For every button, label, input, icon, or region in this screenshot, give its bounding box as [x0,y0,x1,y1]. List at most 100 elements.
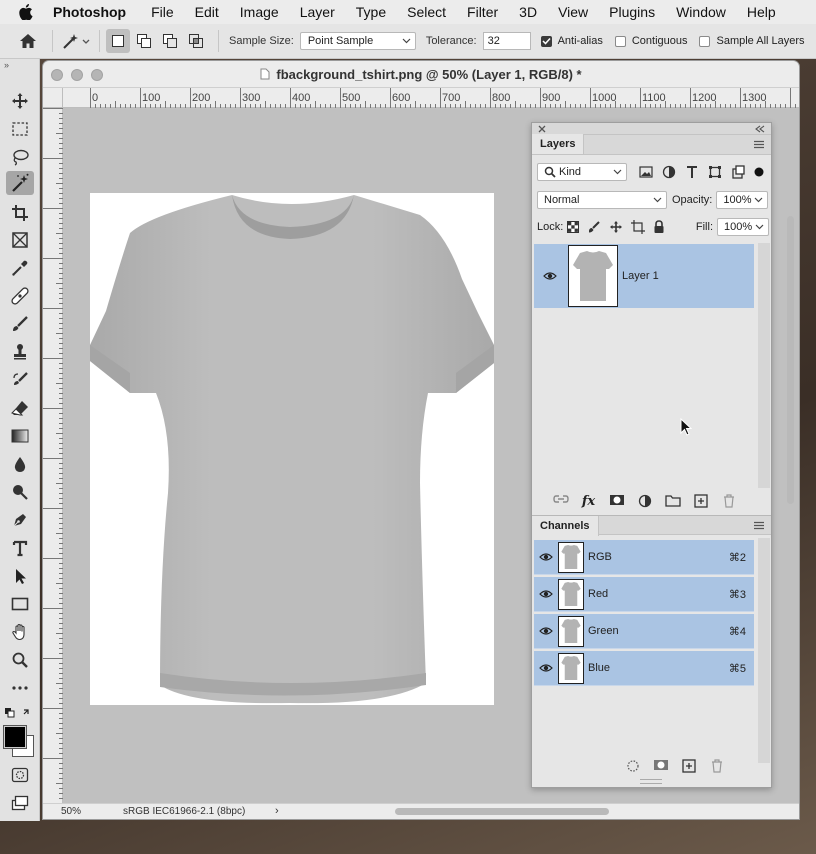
new-selection-icon[interactable] [106,29,130,53]
new-channel-icon[interactable] [675,759,703,773]
menu-image[interactable]: Image [230,4,290,20]
tab-channels[interactable]: Channels [532,516,599,536]
lock-position-icon[interactable] [609,220,623,234]
menu-edit[interactable]: Edit [185,4,230,20]
new-adjustment-layer-icon[interactable] [631,494,659,509]
layer-filter-kind-select[interactable]: Kind [537,163,627,181]
channel-row-red[interactable]: Red ⌘3 [534,577,754,612]
zoom-tool-icon[interactable] [6,648,34,672]
image-canvas[interactable] [90,193,494,705]
vertical-ruler[interactable] [43,108,63,803]
window-zoom-button[interactable] [91,69,103,81]
sample-all-layers-checkbox[interactable] [699,35,711,47]
save-selection-as-channel-icon[interactable] [647,759,675,773]
eyedropper-tool-icon[interactable] [6,256,34,280]
foreground-color-swatch[interactable] [3,725,27,749]
lock-transparent-pixels-icon[interactable] [567,221,580,233]
gradient-tool-icon[interactable] [6,424,34,448]
crop-tool-icon[interactable] [6,201,34,225]
app-name-menu[interactable]: Photoshop [52,4,141,20]
menu-window[interactable]: Window [666,4,737,20]
toolbar-collapse-toggle[interactable]: » [0,59,39,73]
add-to-selection-icon[interactable] [132,29,156,53]
channel-row-rgb[interactable]: RGB ⌘2 [534,540,754,575]
subtract-from-selection-icon[interactable] [158,29,182,53]
new-layer-icon[interactable] [687,494,715,509]
channel-visibility-toggle[interactable] [534,626,558,636]
default-colors-icon[interactable] [4,707,34,719]
layer-visibility-toggle[interactable] [536,271,564,281]
tab-layers[interactable]: Layers [532,134,585,154]
blur-tool-icon[interactable] [6,452,34,476]
menu-3d[interactable]: 3D [509,4,548,20]
vertical-scrollbar[interactable] [787,216,794,504]
status-info-arrow[interactable]: › [275,805,279,817]
adjustment-layer-filter-icon[interactable] [662,165,676,179]
home-icon[interactable] [16,29,40,53]
delete-layer-icon[interactable] [715,494,743,509]
menu-view[interactable]: View [548,4,599,20]
apple-menu-icon[interactable] [0,4,52,20]
window-minimize-button[interactable] [71,69,83,81]
horizontal-ruler[interactable]: 0 100 200 300 400 500 600 700 800 900 10… [63,88,799,108]
layer-thumbnail[interactable] [568,245,618,307]
quick-mask-icon[interactable] [6,763,34,787]
lock-all-icon[interactable] [653,220,665,234]
pen-tool-icon[interactable] [6,508,34,532]
panel-resize-grip[interactable] [640,779,662,784]
menu-help[interactable]: Help [737,4,787,20]
rectangular-marquee-tool-icon[interactable] [6,117,34,141]
add-mask-icon[interactable] [603,494,631,509]
clone-stamp-tool-icon[interactable] [6,340,34,364]
type-tool-icon[interactable] [6,536,34,560]
frame-tool-icon[interactable] [6,228,34,252]
ruler-origin[interactable] [43,88,63,108]
lock-artboard-icon[interactable] [631,220,646,234]
history-brush-tool-icon[interactable] [6,368,34,392]
hand-tool-icon[interactable] [6,620,34,644]
link-layers-icon[interactable] [547,494,575,509]
delete-channel-icon[interactable] [703,759,731,773]
menu-file[interactable]: File [141,4,185,20]
load-channel-as-selection-icon[interactable] [619,759,647,773]
channels-scrollbar[interactable] [758,538,770,763]
filter-toggle-icon[interactable] [754,165,764,179]
fill-input[interactable]: 100% [717,218,769,236]
lock-image-pixels-icon[interactable] [587,220,601,234]
window-close-button[interactable] [51,69,63,81]
rectangle-tool-icon[interactable] [6,592,34,616]
menu-plugins[interactable]: Plugins [599,4,666,20]
channels-menu-icon[interactable] [753,521,765,530]
magic-wand-tool-icon[interactable] [6,171,34,195]
menu-select[interactable]: Select [397,4,457,20]
menu-filter[interactable]: Filter [457,4,509,20]
channel-row-blue[interactable]: Blue ⌘5 [534,651,754,686]
tolerance-input[interactable]: 32 [482,32,531,50]
shape-layer-filter-icon[interactable] [708,165,722,179]
menu-layer[interactable]: Layer [290,4,346,20]
layers-scrollbar[interactable] [758,243,770,488]
path-selection-tool-icon[interactable] [6,564,34,588]
screen-mode-icon[interactable] [6,791,34,815]
type-layer-filter-icon[interactable] [685,165,699,179]
pixel-layer-filter-icon[interactable] [639,166,653,178]
channel-row-green[interactable]: Green ⌘4 [534,614,754,649]
healing-brush-tool-icon[interactable] [6,284,34,308]
lasso-tool-icon[interactable] [6,145,34,169]
intersect-selection-icon[interactable] [184,29,208,53]
layer-name[interactable]: Layer 1 [622,270,659,282]
horizontal-scrollbar[interactable] [395,808,609,815]
new-group-icon[interactable] [659,494,687,509]
anti-alias-checkbox[interactable] [540,35,552,47]
brush-tool-icon[interactable] [6,312,34,336]
opacity-input[interactable]: 100% [716,191,769,209]
more-tools-icon[interactable] [6,676,34,700]
zoom-level[interactable]: 50% [61,806,81,817]
eraser-tool-icon[interactable] [6,396,34,420]
smart-object-filter-icon[interactable] [731,165,745,179]
channel-visibility-toggle[interactable] [534,552,558,562]
channel-visibility-toggle[interactable] [534,663,558,673]
layer-row[interactable]: Layer 1 [534,244,754,308]
tool-preset-picker[interactable] [59,29,93,53]
menu-type[interactable]: Type [346,4,397,20]
